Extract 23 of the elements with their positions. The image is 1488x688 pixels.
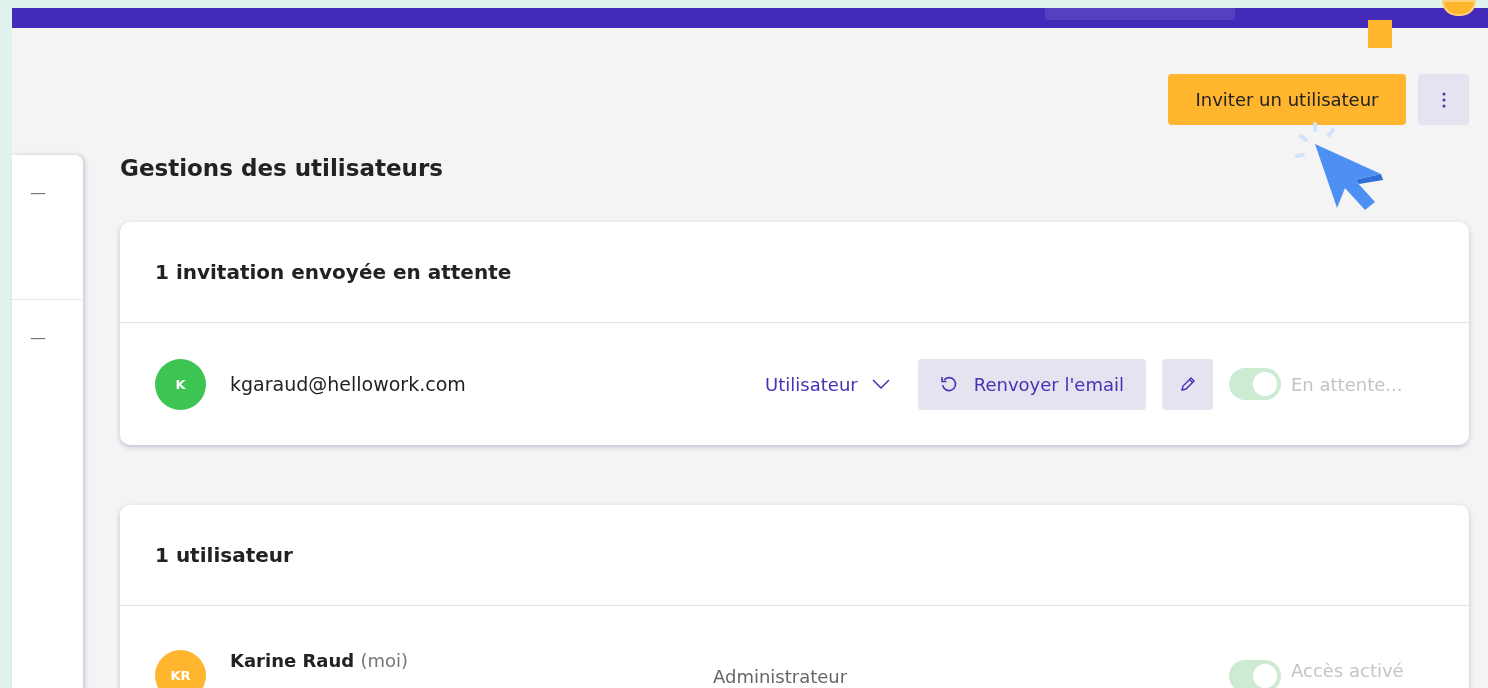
page-title: Gestions des utilisateurs [120,155,444,183]
chevron-down-icon [871,379,890,389]
user-email: kgaraud@hellowork.com [230,373,467,395]
invite-user-button[interactable]: Inviter un utilisateur [1168,74,1406,125]
status-toggle[interactable] [1229,660,1281,688]
status-label: Accès activé [1291,660,1405,681]
role-dropdown[interactable]: Utilisateur [759,372,896,396]
section-title: 1 invitation envoyée en attente [155,260,512,284]
section-title: 1 utilisateur [155,543,293,567]
pencil-icon [1179,376,1196,392]
more-button[interactable] [1418,74,1469,125]
status-toggle[interactable] [1229,368,1281,400]
side-item[interactable]: — [30,183,46,202]
more-vertical-icon [1441,91,1446,108]
avatar: K [155,358,206,410]
refresh-icon [939,375,958,393]
avatar: KR [155,650,206,688]
side-item[interactable]: — [30,328,46,347]
user-role: Administrateur [713,666,849,687]
resend-email-button[interactable]: Renvoyer l'email [917,358,1146,410]
status-label: En attente... [1291,373,1404,395]
edit-button[interactable] [1162,358,1213,410]
user-name: Karine Raud (moi) [230,650,408,671]
